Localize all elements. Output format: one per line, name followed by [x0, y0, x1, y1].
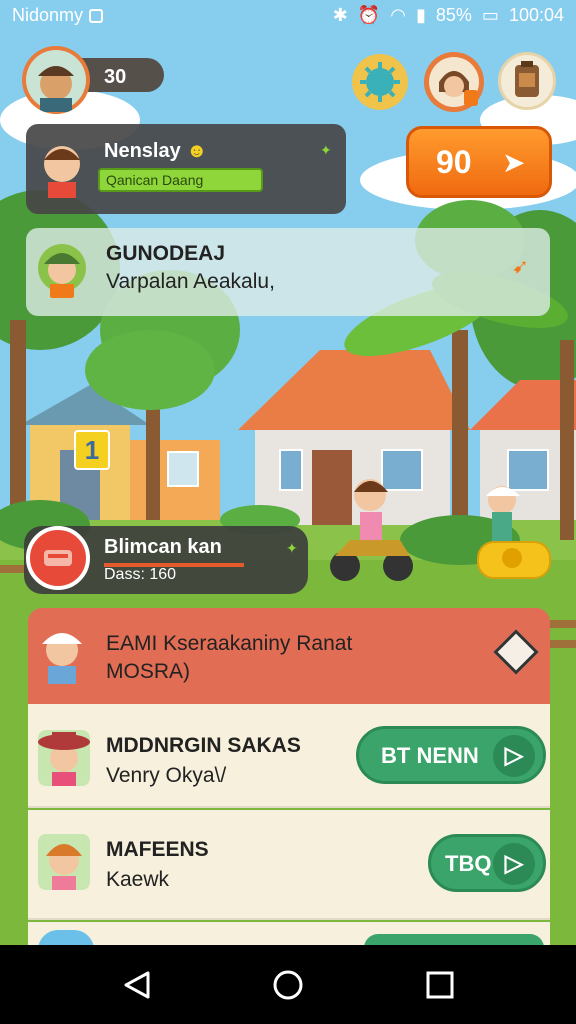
home-icon[interactable] — [270, 967, 306, 1003]
xp-label: Qanican Daang — [106, 172, 204, 188]
navigation-bar — [0, 945, 576, 1024]
bluetooth-icon: ✱ — [332, 5, 348, 25]
notification-icon — [89, 9, 104, 24]
house-badge[interactable]: 1 — [74, 430, 110, 470]
list-item-title: MDDNRGIN SAKAS — [106, 734, 301, 757]
quest-icon — [26, 526, 90, 590]
battery-icon: ▭ — [481, 5, 499, 25]
battery-percent: 85% — [435, 5, 472, 25]
farmer-face-icon — [38, 244, 86, 298]
play-icon: ▷ — [493, 843, 535, 885]
player-avatar[interactable] — [22, 46, 90, 114]
quest-subtitle: Dass: 160 — [104, 566, 177, 583]
list-header-title: EAMI Kseraakaniny Ranat — [106, 632, 353, 655]
back-icon[interactable] — [120, 967, 156, 1003]
arrow-right-icon: ➤ — [502, 147, 526, 178]
game-scene: Nidonmy ✱ ⏰ ◠ ▮ 85% ▭ 100:04 30 Nenslay … — [0, 0, 576, 945]
list-item-button[interactable] — [364, 934, 544, 945]
list-header-avatar — [34, 616, 90, 684]
list-item[interactable]: MAFEENS Kaewk TBQ ▷ — [28, 810, 550, 920]
avatar-face-icon — [26, 50, 86, 112]
cowboy-face-icon — [38, 730, 90, 786]
notice-panel[interactable] — [26, 228, 550, 316]
inventory-icon[interactable] — [498, 52, 556, 110]
list-item-button-label: TBQ — [445, 851, 492, 876]
list-item[interactable]: MDDNRGIN SAKAS Venry Okya\/ BT NENN ▷ — [28, 704, 550, 808]
list-item-subtitle: Venry Okya\/ — [106, 764, 227, 787]
backpack-icon — [515, 61, 539, 97]
virus-graphic — [360, 62, 400, 102]
pointer-icon: ➹ — [512, 256, 529, 278]
sparkle-icon: ✦ — [320, 142, 332, 158]
alarm-icon: ⏰ — [357, 5, 381, 25]
status-right: ✱ ⏰ ◠ ▮ 85% ▭ 100:04 — [333, 5, 564, 26]
smile-icon: ☻ — [186, 140, 208, 162]
notice-title: GUNODEAJ — [106, 242, 226, 265]
list-header — [28, 608, 550, 704]
signal-icon: ▮ — [415, 5, 426, 25]
friend-face-icon — [429, 57, 479, 107]
go-button[interactable] — [406, 126, 552, 198]
clock: 100:04 — [508, 5, 564, 25]
coin-count: 30 — [104, 66, 127, 88]
go-button-value: 90 — [436, 144, 472, 180]
list-item-partial[interactable] — [28, 922, 550, 945]
notice-subtitle: Varpalan Aeakalu, — [106, 270, 275, 293]
status-bar: Nidonmy ✱ ⏰ ◠ ▮ 85% ▭ 100:04 — [0, 0, 576, 30]
sparkle-icon: ✦ — [286, 540, 298, 556]
list-item-avatar — [38, 930, 94, 945]
girl-face-icon — [38, 834, 90, 890]
list-item-avatar — [34, 722, 94, 788]
list-item-button[interactable]: BT NENN ▷ — [356, 726, 546, 784]
status-app-name: Nidonmy — [12, 5, 104, 26]
package-icon — [44, 550, 72, 566]
recents-icon[interactable] — [422, 967, 458, 1003]
list-item-button[interactable]: TBQ ▷ — [428, 834, 546, 892]
list-item-subtitle: Kaewk — [106, 868, 170, 891]
player-card-avatar — [34, 134, 90, 198]
list-header-subtitle: MOSRA) — [106, 660, 190, 683]
boy-face-icon — [44, 146, 80, 198]
notice-avatar — [34, 236, 90, 300]
virus-icon[interactable] — [352, 54, 408, 110]
list-item-title: MAFEENS — [106, 838, 209, 861]
chef-face-icon — [42, 633, 82, 684]
wifi-icon: ◠ — [390, 5, 406, 25]
list-item-button-label: BT NENN — [381, 743, 479, 768]
quest-title: Blimcan kan — [104, 536, 222, 558]
friend-avatar[interactable] — [424, 52, 484, 112]
list-item-avatar — [34, 826, 94, 892]
player-name: Nenslay ☻ — [104, 140, 208, 162]
play-icon: ▷ — [493, 735, 535, 777]
